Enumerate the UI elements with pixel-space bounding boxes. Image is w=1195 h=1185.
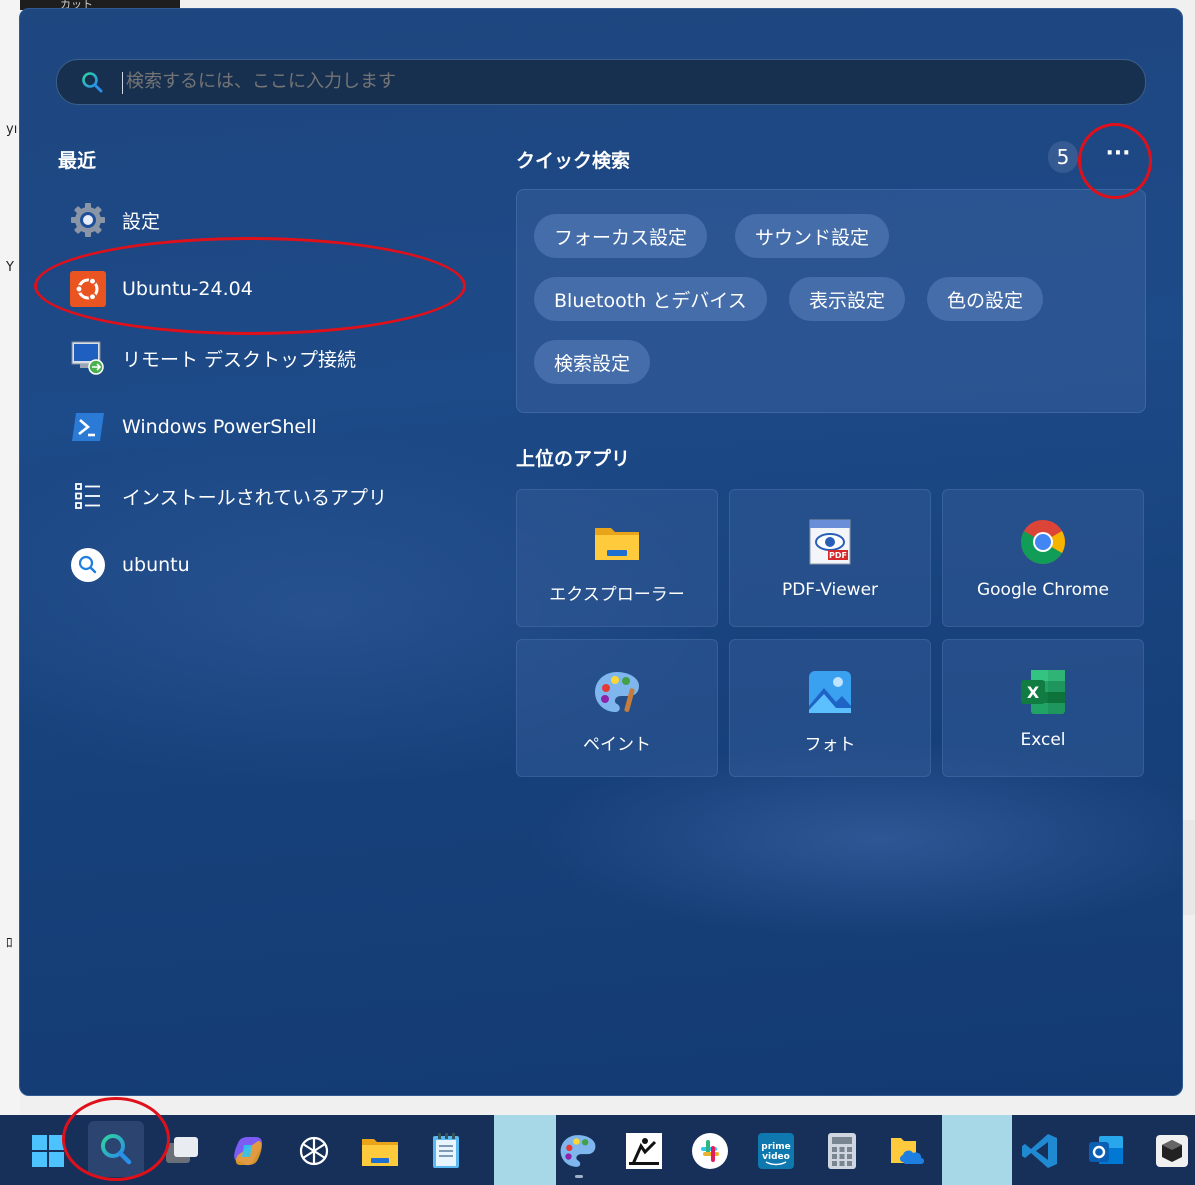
pdf-viewer-icon: PDF	[809, 519, 851, 565]
recent-item-ubuntu[interactable]: Ubuntu-24.04	[70, 266, 480, 312]
text-caret	[122, 72, 123, 94]
copilot-icon[interactable]	[226, 1129, 270, 1173]
app-tile-excel[interactable]: X Excel	[942, 639, 1144, 777]
recent-item-settings[interactable]: 設定	[70, 197, 480, 243]
recent-title: 最近	[58, 150, 97, 172]
quick-search-title: クイック検索	[516, 150, 631, 172]
file-explorer-icon	[595, 528, 639, 560]
recent-item-installed-apps[interactable]: インストールされているアプリ	[70, 473, 480, 519]
app-tile-label: PDF-Viewer	[781, 580, 879, 600]
windows-start-icon[interactable]	[26, 1129, 70, 1173]
chip-color-settings[interactable]: 色の設定	[927, 277, 1044, 321]
search-input[interactable]	[126, 71, 1026, 92]
task-view-icon[interactable]	[160, 1129, 204, 1173]
onedrive-folder-icon[interactable]	[886, 1129, 930, 1173]
recent-item-remote-desktop[interactable]: リモート デスクトップ接続	[70, 335, 480, 381]
kindle-icon[interactable]	[622, 1129, 666, 1173]
prime-video-icon[interactable]: prime video	[754, 1129, 798, 1173]
svg-text:prime: prime	[761, 1142, 790, 1152]
powershell-icon	[70, 409, 106, 445]
search-icon[interactable]	[88, 1121, 144, 1177]
chrome-icon	[1021, 520, 1065, 564]
chip-focus-settings[interactable]: フォーカス設定	[534, 214, 708, 258]
outlook-icon[interactable]	[1084, 1129, 1128, 1173]
recent-item-powershell[interactable]: Windows PowerShell	[70, 404, 480, 450]
more-options-button[interactable]: ···	[1102, 142, 1134, 172]
desktop-side-text: ﾛ	[6, 936, 13, 951]
file-explorer-icon[interactable]	[358, 1129, 402, 1173]
paint-icon[interactable]	[556, 1129, 600, 1173]
chatgpt-icon[interactable]	[292, 1129, 336, 1173]
chip-search-settings[interactable]: 検索設定	[534, 340, 651, 384]
search-panel: 最近 設定	[19, 8, 1183, 1096]
app-tile-label: フォト	[804, 735, 856, 755]
desktop-side-text: yı	[6, 122, 18, 137]
chip-display-settings[interactable]: 表示設定	[789, 277, 906, 321]
chip-bluetooth-devices[interactable]: Bluetooth とデバイス	[534, 277, 767, 321]
svg-text:PDF: PDF	[829, 551, 847, 560]
running-indicator	[575, 1175, 583, 1178]
recent-item-label: Ubuntu-24.04	[122, 278, 253, 300]
notepad-icon[interactable]	[424, 1129, 468, 1173]
svg-text:video: video	[762, 1152, 790, 1162]
installed-apps-list-icon	[70, 478, 106, 514]
paint-icon	[595, 672, 639, 712]
app-cube-icon[interactable]	[1150, 1129, 1194, 1173]
slack-icon[interactable]	[688, 1129, 732, 1173]
app-tile-label: エクスプローラー	[549, 585, 685, 605]
recent-item-ubuntu-search[interactable]: ubuntu	[70, 542, 480, 588]
app-tile-google-chrome[interactable]: Google Chrome	[942, 489, 1144, 627]
search-icon	[70, 547, 106, 583]
excel-icon: X	[1021, 670, 1065, 714]
top-apps-title: 上位のアプリ	[516, 448, 631, 470]
taskbar: prime video	[0, 1115, 1195, 1185]
ubuntu-icon	[70, 271, 106, 307]
recent-item-label: インストールされているアプリ	[122, 486, 388, 509]
quick-search-box: フォーカス設定 サウンド設定 Bluetooth とデバイス 表示設定 色の設定…	[516, 189, 1146, 413]
calculator-icon[interactable]	[820, 1129, 864, 1173]
app-tile-label: Google Chrome	[976, 580, 1110, 600]
search-box[interactable]	[56, 59, 1146, 105]
app-tile-label: Excel	[1020, 730, 1066, 750]
recent-item-label: 設定	[122, 210, 161, 233]
app-tile-photos[interactable]: フォト	[729, 639, 931, 777]
vscode-icon[interactable]	[1018, 1129, 1062, 1173]
app-tile-file-explorer[interactable]: エクスプローラー	[516, 489, 718, 627]
quick-search-count-badge: 5	[1048, 141, 1078, 173]
remote-desktop-icon	[70, 340, 106, 376]
recent-item-label: Windows PowerShell	[122, 416, 317, 438]
app-tile-label: ペイント	[583, 735, 651, 755]
app-tile-paint[interactable]: ペイント	[516, 639, 718, 777]
desktop-side-text: Y	[6, 260, 14, 275]
search-icon	[82, 72, 103, 93]
chip-sound-settings[interactable]: サウンド設定	[735, 214, 890, 258]
app-tile-pdf-viewer[interactable]: PDF PDF-Viewer	[729, 489, 931, 627]
svg-text:X: X	[1027, 683, 1040, 702]
taskbar-highlight	[494, 1115, 556, 1185]
photos-icon	[809, 671, 851, 713]
recent-item-label: ubuntu	[122, 554, 190, 576]
settings-gear-icon	[70, 202, 106, 238]
recent-item-label: リモート デスクトップ接続	[122, 348, 357, 371]
taskbar-highlight	[942, 1115, 1012, 1185]
